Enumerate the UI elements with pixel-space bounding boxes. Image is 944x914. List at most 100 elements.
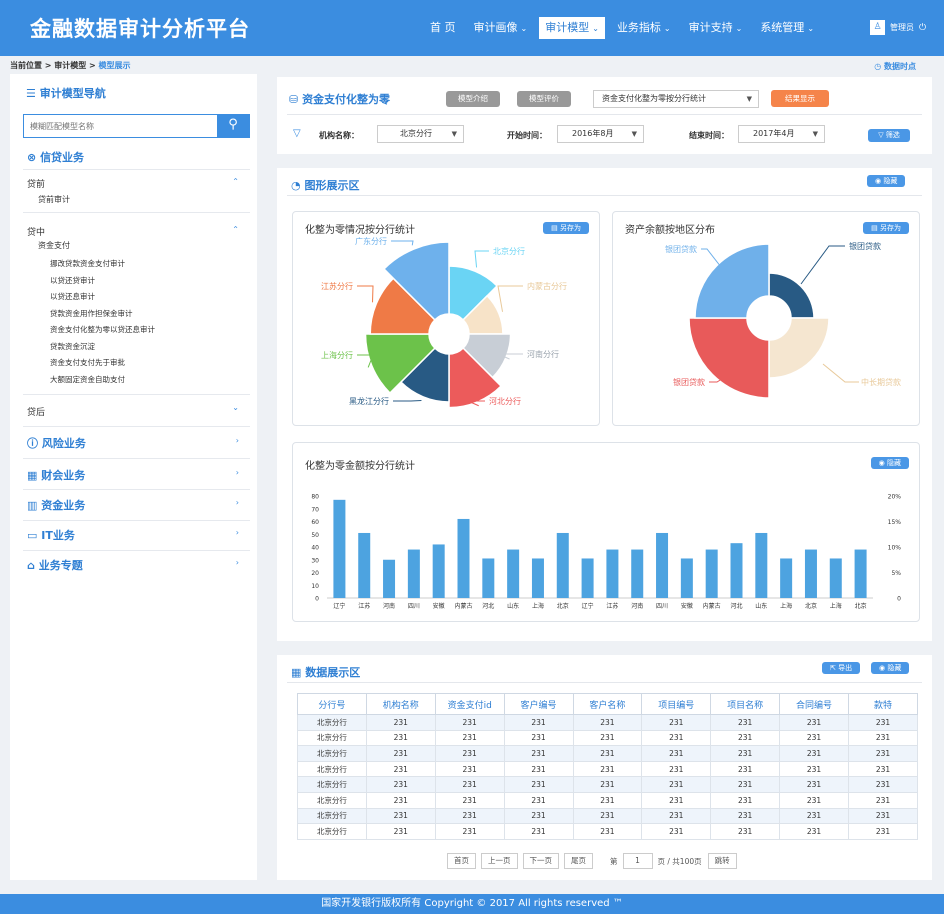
chevron-right-icon[interactable]: › (236, 558, 239, 567)
sidebar-model-item[interactable]: 贷款资金用作担保金审计 (50, 308, 133, 319)
end-time-select[interactable]: 2017年4月 ▼ (738, 125, 825, 143)
column-header[interactable]: 项目编号 (641, 693, 712, 715)
column-header[interactable]: 分行号 (297, 693, 367, 715)
column-header[interactable]: 客户编号 (503, 693, 574, 715)
sidebar-model-item[interactable]: 资金支付化整为零以贷还息审计 (50, 324, 155, 335)
last-page-button[interactable]: 尾页 (564, 853, 593, 869)
user-menu[interactable]: ♙ 管理员 ⏻ (870, 20, 926, 35)
column-header[interactable]: 资金支付id (434, 693, 505, 715)
column-header[interactable]: 机构名称 (365, 693, 436, 715)
table-row[interactable]: 北京分行 231 231 231 231 231 231 231 231 (297, 745, 918, 762)
column-header[interactable]: 合同编号 (779, 693, 849, 715)
org-select[interactable]: 北京分行 ▼ (377, 125, 464, 143)
table-row[interactable]: 北京分行 231 231 231 231 231 231 231 231 (297, 729, 918, 747)
chevron-right-icon[interactable]: › (236, 436, 239, 445)
first-page-button[interactable]: 首页 (447, 853, 476, 869)
chevron-right-icon[interactable]: › (236, 498, 239, 507)
jump-button[interactable]: 跳转 (707, 853, 737, 869)
page-number-input[interactable]: 1 (622, 853, 653, 869)
bar[interactable] (383, 559, 396, 598)
category-credit[interactable]: ⊗ 信贷业务 (27, 149, 84, 165)
model-search-input[interactable] (24, 115, 219, 137)
bar[interactable] (457, 518, 470, 598)
nav-item-5[interactable]: 系统管理 ⌄ (754, 17, 820, 39)
start-time-select[interactable]: 2016年8月 ▼ (557, 125, 644, 143)
data-hide-button[interactable]: ◉ 隐藏 (871, 662, 910, 674)
nav-item-0[interactable]: 首 页 (424, 17, 462, 39)
export-button[interactable]: ⇱ 导出 (822, 662, 861, 674)
chevron-right-icon[interactable]: › (236, 528, 239, 537)
category-topic[interactable]: ⌂ 业务专题 (27, 557, 83, 573)
bar[interactable] (531, 558, 544, 598)
sidebar-model-item[interactable]: 以贷还贷审计 (50, 275, 95, 286)
chevron-right-icon[interactable]: › (236, 468, 239, 477)
bar[interactable] (507, 549, 520, 598)
category-fund[interactable]: ▥ 资金业务 (27, 497, 85, 513)
category-finance[interactable]: ▦ 财会业务 (27, 467, 85, 483)
chevron-up-icon[interactable]: ⌃ (232, 177, 239, 186)
bar[interactable] (333, 499, 346, 598)
bar[interactable] (581, 558, 594, 598)
bar[interactable] (482, 558, 495, 598)
show-result-button[interactable]: 结果显示 (771, 90, 829, 107)
model-eval-button[interactable]: 模型评价 (517, 91, 571, 107)
column-header[interactable]: 款特 (848, 693, 918, 715)
bar[interactable] (432, 544, 445, 598)
category-it[interactable]: ▭ IT业务 (27, 527, 75, 543)
bar[interactable] (631, 549, 644, 598)
section-pre[interactable]: 贷前 (27, 177, 45, 190)
bar[interactable] (680, 558, 693, 598)
column-header[interactable]: 项目名称 (710, 693, 781, 715)
asset-save-button[interactable]: ▤ 另存为 (863, 222, 909, 234)
search-button[interactable]: ⚲ (217, 114, 249, 138)
bar[interactable] (730, 543, 743, 598)
filter-button[interactable]: ▽ 筛选 (868, 129, 910, 142)
column-header[interactable]: 客户名称 (572, 693, 643, 715)
slice-label: 江苏分行 (321, 281, 353, 291)
table-row[interactable]: 北京分行 231 231 231 231 231 231 231 231 (297, 791, 918, 809)
item-fund-pay[interactable]: 资金支付 (38, 240, 70, 251)
bar[interactable] (780, 558, 793, 598)
table-row[interactable]: 北京分行 231 231 231 231 231 231 231 231 (297, 714, 918, 731)
sidebar-model-item[interactable]: 资金支付支付先于审批 (50, 357, 125, 368)
section-post[interactable]: 贷后 (27, 405, 45, 418)
model-intro-button[interactable]: 模型介绍 (446, 91, 500, 107)
data-time-link[interactable]: ◷ 数据时点 (874, 61, 916, 72)
chevron-down-icon[interactable]: ⌄ (232, 403, 239, 412)
table-row[interactable]: 北京分行 231 231 231 231 231 231 231 231 (297, 823, 918, 840)
bar[interactable] (407, 549, 420, 598)
bar[interactable] (358, 532, 371, 598)
bar[interactable] (705, 549, 718, 598)
item-pre-audit[interactable]: 贷前审计 (38, 194, 70, 205)
rose-save-button[interactable]: ▤ 另存为 (543, 222, 589, 234)
power-icon[interactable]: ⏻ (919, 23, 926, 33)
sidebar-model-item[interactable]: 贷款资金沉淀 (50, 341, 95, 352)
bar[interactable] (606, 549, 619, 598)
next-page-button[interactable]: 下一页 (522, 853, 559, 869)
sidebar-model-item[interactable]: 以贷还息审计 (50, 291, 95, 302)
sidebar-model-item[interactable]: 大额固定资金自助支付 (50, 374, 125, 385)
chevron-up-icon[interactable]: ⌃ (232, 225, 239, 234)
bar[interactable] (804, 549, 817, 598)
category-risk[interactable]: ⓘ 风险业务 (27, 435, 86, 451)
table-row[interactable]: 北京分行 231 231 231 231 231 231 231 231 (297, 760, 918, 778)
nav-item-4[interactable]: 审计支持 ⌄ (683, 17, 749, 39)
bar[interactable] (556, 532, 569, 598)
bar-hide-button[interactable]: ◉ 隐藏 (870, 457, 909, 469)
breadcrumb-current[interactable]: 模型展示 (99, 61, 131, 70)
model-select[interactable]: 资金支付化整为零按分行统计 ▼ (593, 90, 759, 108)
nav-item-3[interactable]: 业务指标 ⌄ (611, 17, 677, 39)
prev-page-button[interactable]: 上一页 (481, 853, 518, 869)
section-mid[interactable]: 贷中 (27, 225, 45, 238)
nav-item-1[interactable]: 审计画像 ⌄ (468, 17, 534, 39)
bar[interactable] (854, 549, 867, 598)
table-row[interactable]: 北京分行 231 231 231 231 231 231 231 231 (297, 807, 918, 825)
bar[interactable] (755, 532, 768, 598)
table-row[interactable]: 北京分行 231 231 231 231 231 231 231 231 (297, 776, 918, 793)
nav-item-2[interactable]: 审计模型 ⌄ (539, 17, 605, 39)
bar[interactable] (656, 532, 669, 598)
bar[interactable] (829, 558, 842, 598)
sidebar-model-item[interactable]: 挪改贷款资金支付审计 (50, 258, 125, 269)
table-cell: 231 (503, 729, 574, 747)
graph-hide-button[interactable]: ◉ 隐藏 (867, 175, 906, 187)
